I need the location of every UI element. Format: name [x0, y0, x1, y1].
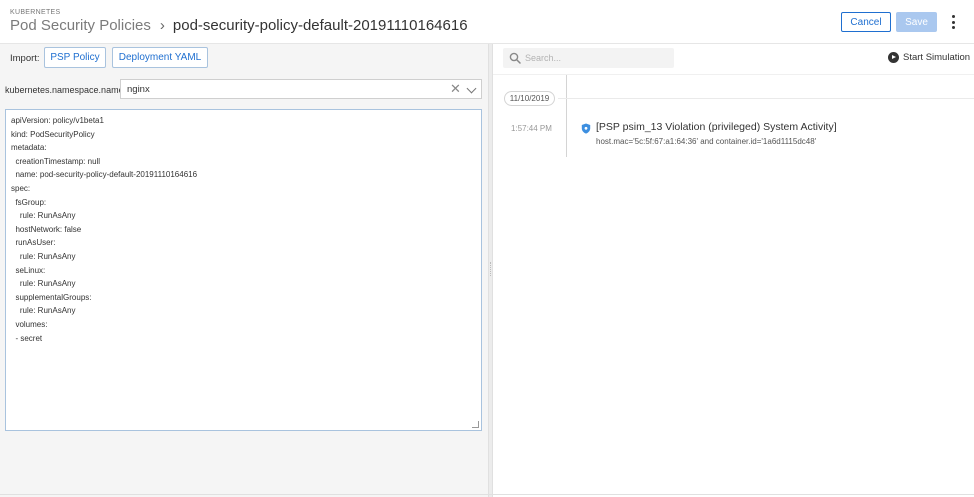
yaml-line: name: pod-security-policy-default-201911…: [11, 170, 198, 180]
search-input[interactable]: [525, 50, 670, 66]
import-deployment-yaml-button[interactable]: Deployment YAML: [112, 47, 208, 68]
breadcrumb-separator-icon: ›: [159, 17, 165, 34]
breadcrumb-parent-link[interactable]: Pod Security Policies: [10, 17, 151, 34]
drag-handle-icon[interactable]: [490, 262, 492, 276]
more-vertical-icon[interactable]: [946, 13, 960, 31]
yaml-line: rule: RunAsAny: [11, 252, 76, 261]
shield-icon: [581, 123, 591, 134]
event-time: 1:57:44 PM: [511, 124, 552, 133]
date-divider: [558, 98, 974, 99]
save-button[interactable]: Save: [896, 12, 937, 32]
import-psp-policy-button[interactable]: PSP Policy: [44, 47, 106, 68]
yaml-line: rule: RunAsAny: [11, 306, 76, 316]
cancel-button[interactable]: Cancel: [841, 12, 891, 32]
timeline-axis: [566, 75, 567, 157]
start-simulation-label: Start Simulation: [903, 52, 971, 63]
yaml-line: rule: RunAsAny: [11, 279, 76, 289]
yaml-line: volumes:: [11, 320, 48, 329]
yaml-line: runAsUser:: [11, 238, 56, 248]
chevron-down-icon[interactable]: [466, 83, 477, 94]
namespace-value: nginx: [127, 84, 150, 95]
resize-handle-icon[interactable]: [472, 421, 479, 428]
yaml-line: spec:: [11, 184, 31, 193]
search-field[interactable]: [503, 48, 674, 68]
start-simulation-button[interactable]: Start Simulation: [888, 52, 970, 63]
play-circle-icon: [888, 52, 899, 63]
yaml-line: supplementalGroups:: [11, 292, 92, 302]
yaml-line: fsGroup:: [11, 197, 47, 207]
page-overline: KUBERNETES: [10, 9, 61, 16]
yaml-line: seLinux:: [11, 265, 46, 275]
yaml-editor[interactable]: apiVersion: policy/v1beta1 kind: PodSecur…: [5, 109, 482, 431]
namespace-select[interactable]: nginx ✕: [120, 79, 482, 99]
event-title[interactable]: [PSP psim_13 Violation (privileged) Syst…: [596, 121, 837, 133]
page-header: KUBERNETES Pod Security Policies › pod-s…: [0, 0, 974, 44]
yaml-line: apiVersion: policy/v1beta1: [11, 116, 104, 125]
clear-icon[interactable]: ✕: [450, 81, 461, 97]
page-title: pod-security-policy-default-201911101646…: [172, 17, 468, 34]
bottom-divider: [0, 494, 974, 495]
yaml-line: kind: PodSecurityPolicy: [11, 129, 95, 139]
yaml-line: metadata:: [11, 143, 47, 153]
yaml-line: - secret: [11, 333, 43, 343]
yaml-line: hostNetwork: false: [11, 224, 82, 234]
breadcrumb: Pod Security Policies › pod-security-pol…: [10, 17, 468, 34]
event-detail: host.mac='5c:5f:67:a1:64:36' and contain…: [596, 137, 817, 146]
yaml-line: rule: RunAsAny: [11, 211, 76, 221]
import-label: Import:: [10, 53, 40, 64]
yaml-line: creationTimestamp: null: [11, 156, 101, 166]
search-icon: [509, 52, 521, 64]
namespace-label: kubernetes.namespace.name: [5, 85, 124, 95]
timeline-date-badge: 11/10/2019: [504, 91, 555, 106]
